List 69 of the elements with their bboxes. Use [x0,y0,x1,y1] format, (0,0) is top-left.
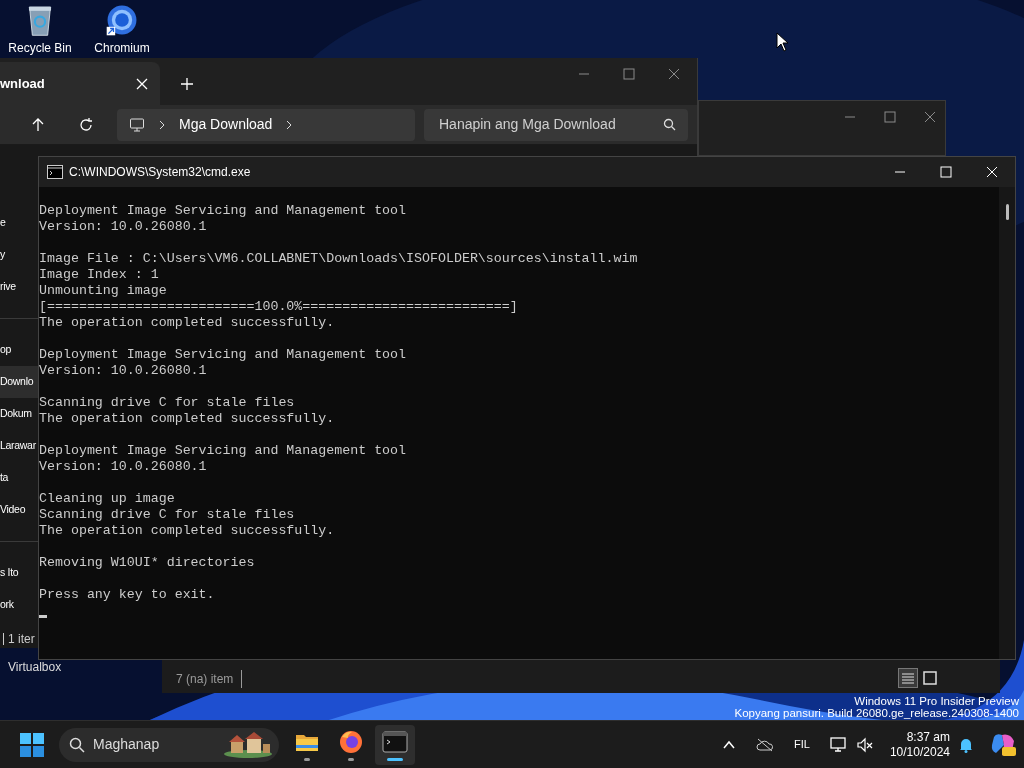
icon-label[interactable]: Recycle Bin [8,39,72,57]
cloud-off-icon[interactable] [756,737,775,752]
console-line: The operation completed successfully. [39,315,335,331]
search-icon[interactable] [663,118,676,131]
item-count: 7 (na) item [176,670,243,688]
search-field[interactable]: Hanapin ang Mga Download [424,108,688,141]
sidebar-item[interactable]: ta [0,462,38,494]
sidebar-item[interactable]: s Ito [0,557,38,589]
console-line: Press any key to exit. [39,587,215,603]
village-icon [223,731,273,758]
terminal-icon [382,728,408,755]
scrollbar[interactable] [999,187,1015,659]
tab[interactable]: wnload [0,62,160,105]
console-line: Scanning drive C for stale files [39,507,295,523]
item-count: 1 iter [8,631,35,648]
address-bar[interactable]: Mga Download [117,108,415,141]
sidebar-item[interactable]: Downlo [0,366,38,398]
console-line: The operation completed successfully. [39,411,335,427]
breadcrumb[interactable]: Mga Download [179,114,273,135]
bell-icon[interactable] [959,736,973,753]
console-line: Deployment Image Servicing and Management tool [39,203,407,219]
console-line: Deployment Image Servicing and Management tool [39,443,407,459]
chromium-icon[interactable] [105,3,139,37]
sidebar-item[interactable]: ork [0,589,38,621]
search-icon [69,736,85,753]
console-line: Removing W10UI* directories [39,555,255,571]
sidebar-item[interactable]: Video [0,494,38,526]
clock-time[interactable]: 8:37 am [906,729,950,745]
console-icon [47,165,63,179]
plus-icon[interactable] [180,77,194,91]
language-indicator[interactable]: FIL [794,736,810,753]
refresh-icon[interactable] [78,116,94,133]
sidebar-item[interactable]: rive [0,271,38,303]
mouse-pointer-icon [776,32,789,52]
speaker-muted-icon[interactable] [855,736,874,753]
sidebar-item[interactable]: Larawar [0,430,38,462]
sidebar-item[interactable]: op [0,334,38,366]
sidebar-item[interactable]: y [0,239,38,271]
text-cursor [39,615,47,618]
windows-logo-icon[interactable] [20,732,44,757]
taskbar-app-button[interactable] [375,724,415,765]
monitor-icon [129,116,145,133]
console-line: Version: 10.0.26080.1 [39,363,207,379]
icon-label[interactable]: Virtualbox [8,661,62,674]
build-notice: Windows 11 Pro Insider Preview [854,695,1019,707]
console-line: The operation completed successfully. [39,523,335,539]
chevron-right-icon[interactable] [157,119,167,130]
console-line: Image File : C:\Users\VM6.COLLABNET\Downloads\ISOFOLDER\sources\install.wim [39,251,638,267]
up-arrow-icon[interactable] [30,116,46,133]
console-line: Cleaning up image [39,491,175,507]
console-line: Version: 10.0.26080.1 [39,459,207,475]
search-field[interactable]: Maghanap [59,727,279,762]
details-view-icon[interactable] [898,668,918,688]
sidebar-item[interactable]: e [0,207,38,239]
console-line: Unmounting image [39,283,167,299]
monitor-icon[interactable] [829,736,848,753]
clock-date[interactable]: 10/10/2024 [889,744,950,760]
icon-label[interactable]: Chromium [94,39,150,57]
console-line: Deployment Image Servicing and Management tool [39,347,407,363]
tiles-view-icon[interactable] [920,668,940,688]
build-notice: Kopyang pansuri. Build 26080.ge_release.240308-1400 [734,707,1019,719]
sidebar-item[interactable]: Dokum [0,398,38,430]
firefox-icon [338,728,364,755]
console-line: Scanning drive C for stale files [39,395,295,411]
console-line: Image Index : 1 [39,267,159,283]
console-line: Version: 10.0.26080.1 [39,219,207,235]
window-title: C:\WINDOWS\System32\cmd.exe [69,164,251,181]
copilot-icon[interactable] [990,732,1016,757]
console-line: [==========================100.0%==========================] [39,299,518,315]
